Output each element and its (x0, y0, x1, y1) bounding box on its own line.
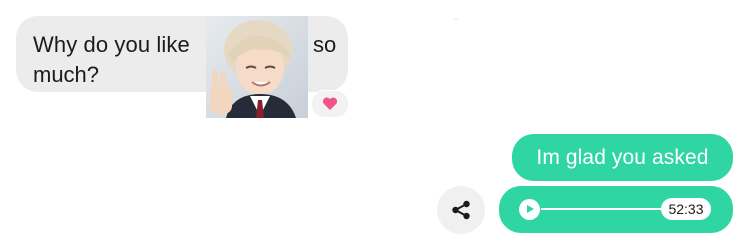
divider-dot (454, 18, 458, 20)
message-photo[interactable] (206, 16, 308, 118)
message-text-line2: much? (33, 62, 100, 87)
outgoing-message-text: Im glad you asked (536, 145, 709, 169)
audio-progress-track[interactable] (541, 208, 665, 210)
play-icon[interactable] (519, 199, 540, 220)
chat-screen: Why do you like so much? Im glad you ask… (0, 0, 749, 249)
audio-duration: 52:33 (661, 198, 711, 220)
reaction-badge[interactable] (311, 90, 349, 118)
share-icon (452, 200, 470, 220)
outgoing-message-bubble[interactable]: Im glad you asked (512, 134, 733, 181)
share-button[interactable] (437, 186, 485, 234)
person-photo-drawing (206, 16, 308, 118)
message-text-part1: Why do you like (33, 32, 190, 57)
heart-icon (322, 97, 338, 110)
audio-message-bubble[interactable]: 52:33 (499, 186, 733, 233)
message-text-part2: so (313, 32, 337, 57)
